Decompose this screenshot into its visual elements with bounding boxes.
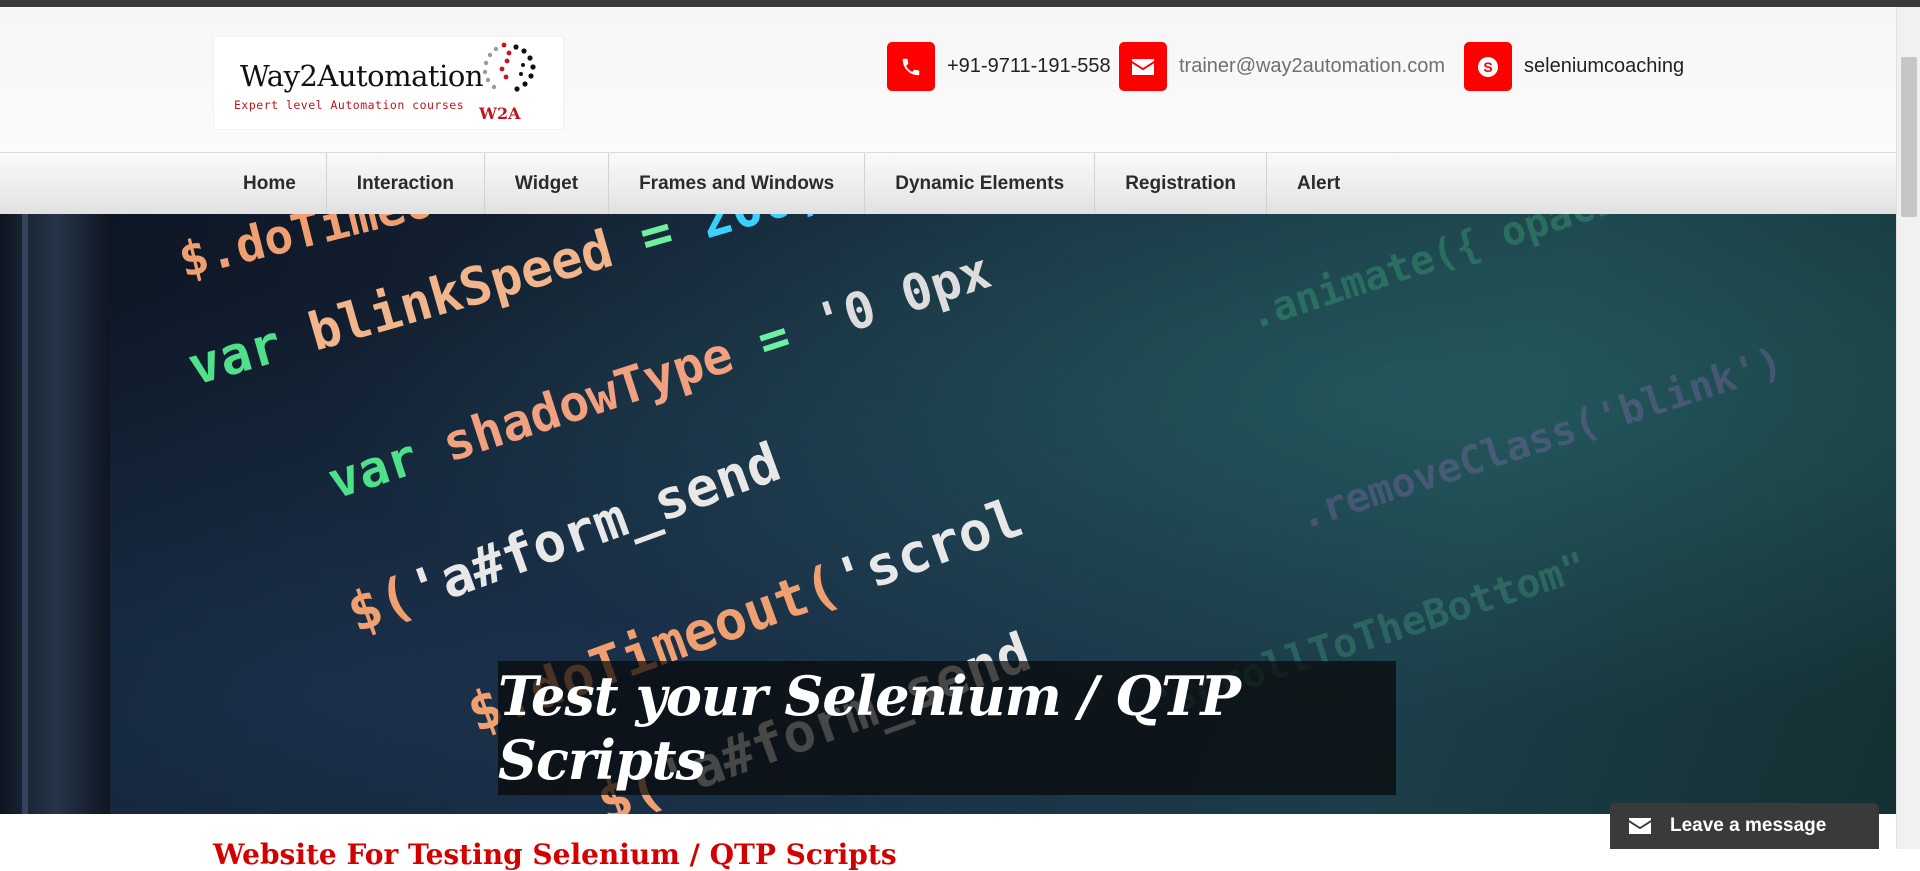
nav-item-frames-and-windows[interactable]: Frames and Windows [609, 153, 866, 215]
nav-item-dynamic-elements[interactable]: Dynamic Elements [865, 153, 1096, 215]
top-border [0, 0, 1920, 7]
hero-caption: Test your Selenium / QTP Scripts [498, 661, 1396, 795]
nav-item-widget[interactable]: Widget [485, 153, 610, 215]
nav-item-home[interactable]: Home [213, 153, 327, 215]
logo-badge: W2A [479, 104, 521, 123]
contact-skype: S seleniumcoaching [1464, 42, 1684, 91]
leave-message-label: Leave a message [1670, 815, 1827, 836]
skype-icon: S [1464, 42, 1512, 91]
hero-banner: $.doTimeout('scrollT var blinkSpeed = 20… [0, 214, 1896, 814]
envelope-icon [1610, 817, 1670, 835]
logo-brand-text: Way2Automation [240, 59, 484, 93]
scrollbar-thumb[interactable] [1901, 57, 1917, 217]
skype-id[interactable]: seleniumcoaching [1524, 55, 1684, 78]
leave-message-button[interactable]: Leave a message [1610, 803, 1879, 849]
logo-tagline: Expert level Automation courses [234, 98, 465, 112]
phone-icon [887, 42, 935, 91]
email-address[interactable]: trainer@way2automation.com [1179, 55, 1445, 78]
phone-number[interactable]: +91-9711-191-558 [947, 55, 1111, 78]
vertical-scrollbar[interactable] [1896, 7, 1920, 849]
contact-email: trainer@way2automation.com [1119, 42, 1445, 91]
nav-item-interaction[interactable]: Interaction [327, 153, 485, 215]
svg-text:S: S [1483, 59, 1492, 75]
nav-item-registration[interactable]: Registration [1095, 153, 1268, 215]
logo-mark-icon [482, 42, 536, 92]
page-heading: Website For Testing Selenium / QTP Scrip… [213, 838, 897, 871]
nav-item-alert[interactable]: Alert [1267, 153, 1370, 215]
main-navigation: Home Interaction Widget Frames and Windo… [0, 152, 1896, 221]
envelope-icon [1119, 42, 1167, 91]
contact-phone: +91-9711-191-558 [887, 42, 1111, 91]
site-logo[interactable]: Way2Automation Expert level Automation c… [213, 36, 564, 130]
site-header: Way2Automation Expert level Automation c… [0, 7, 1896, 152]
